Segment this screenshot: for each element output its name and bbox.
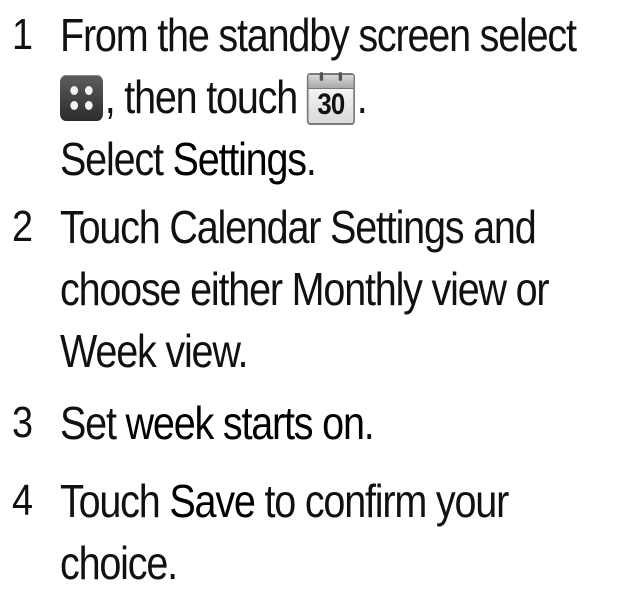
step-text: Touch Save to confirm your choice. bbox=[60, 470, 576, 594]
step-text-fragment: . bbox=[363, 397, 375, 449]
step-line: , then touch 30. bbox=[60, 66, 576, 128]
step-line: From the standby screen select bbox=[60, 9, 577, 61]
step-line: Select Settings. bbox=[60, 128, 576, 190]
step-line: choose either Monthly view or bbox=[60, 263, 550, 315]
step-text-fragment: Set bbox=[60, 397, 126, 449]
week-starts-on-term: week starts on bbox=[125, 397, 365, 449]
save-term: Save bbox=[169, 475, 256, 527]
calendar-icon: 30 bbox=[306, 72, 355, 125]
calendar-icon-number: 30 bbox=[317, 88, 345, 121]
step-text: Set week starts on. bbox=[60, 392, 576, 454]
step-text: From the standby screen select , then to… bbox=[60, 4, 577, 190]
step-number: 3 bbox=[12, 398, 34, 447]
step-line: Week view. bbox=[60, 325, 249, 377]
step-text-fragment: , then touch bbox=[104, 71, 299, 123]
settings-term: Settings bbox=[172, 133, 308, 185]
step-text-fragment: to confirm your bbox=[254, 475, 509, 527]
step-text-fragment: Select bbox=[60, 133, 173, 185]
menu-grid-icon bbox=[60, 75, 103, 121]
step-number: 1 bbox=[12, 10, 34, 59]
step-text: Touch Calendar Settings and choose eithe… bbox=[60, 196, 576, 382]
step-text-fragment: . bbox=[356, 71, 368, 123]
step-text-fragment: . bbox=[305, 133, 317, 185]
step-line: Set week starts on. bbox=[60, 392, 576, 454]
step-line: Touch Save to confirm your bbox=[60, 470, 576, 532]
step-line: Touch Calendar Settings and bbox=[60, 201, 537, 253]
step-line: choice. bbox=[60, 537, 178, 589]
step-number: 2 bbox=[12, 202, 34, 251]
step-number: 4 bbox=[12, 476, 34, 525]
step-text-fragment: Touch bbox=[60, 475, 170, 527]
